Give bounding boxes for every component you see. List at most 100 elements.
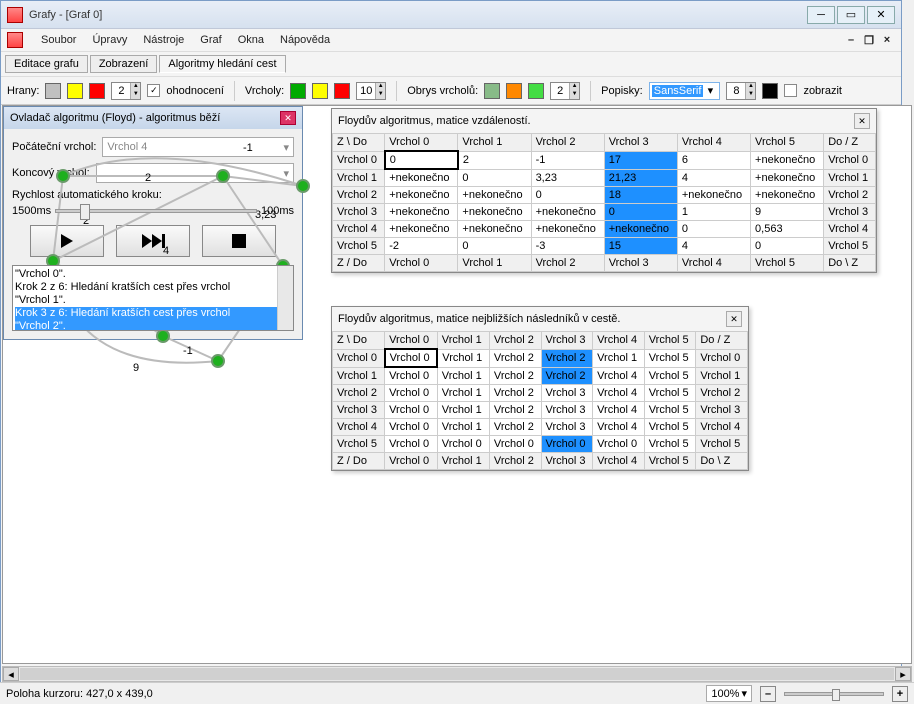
grid-footer[interactable]: Do \ Z bbox=[696, 453, 748, 470]
grid-cell[interactable]: Vrchol 0 bbox=[333, 349, 385, 367]
menu-okna[interactable]: Okna bbox=[238, 34, 264, 46]
grid-cell[interactable]: Vrchol 0 bbox=[385, 419, 438, 436]
grid-cell[interactable]: Vrchol 2 bbox=[489, 402, 541, 419]
grid-cell[interactable]: Vrchol 0 bbox=[385, 349, 438, 367]
grid-cell[interactable]: -1 bbox=[531, 151, 604, 169]
grid-header[interactable]: Vrchol 2 bbox=[531, 134, 604, 152]
grid-cell[interactable]: 18 bbox=[604, 187, 677, 204]
grid-footer[interactable]: Vrchol 5 bbox=[751, 255, 824, 272]
grid-cell[interactable]: +nekonečno bbox=[677, 187, 750, 204]
grid-cell[interactable]: Vrchol 1 bbox=[824, 169, 876, 187]
grid-cell[interactable]: 2 bbox=[458, 151, 531, 169]
grid-footer[interactable]: Vrchol 3 bbox=[604, 255, 677, 272]
scroll-left-icon[interactable]: ◂ bbox=[3, 667, 19, 681]
grid-footer[interactable]: Vrchol 4 bbox=[677, 255, 750, 272]
table-row[interactable]: Vrchol 0Vrchol 0Vrchol 1Vrchol 2Vrchol 2… bbox=[333, 349, 748, 367]
grid-cell[interactable]: -2 bbox=[385, 238, 458, 255]
scroll-thumb[interactable] bbox=[20, 668, 894, 680]
grid-cell[interactable]: Vrchol 2 bbox=[333, 385, 385, 402]
grid-cell[interactable]: Vrchol 1 bbox=[437, 367, 489, 385]
grid-cell[interactable]: Vrchol 4 bbox=[696, 419, 748, 436]
edge-color-3[interactable] bbox=[89, 83, 105, 99]
grid-cell[interactable]: Vrchol 0 bbox=[385, 367, 438, 385]
grid-cell[interactable]: 0,563 bbox=[751, 221, 824, 238]
grid-cell[interactable]: Vrchol 2 bbox=[489, 385, 541, 402]
grid-cell[interactable]: +nekonečno bbox=[385, 169, 458, 187]
grid-cell[interactable]: Vrchol 0 bbox=[489, 436, 541, 453]
grid-cell[interactable]: +nekonečno bbox=[385, 221, 458, 238]
zoom-in-button[interactable]: + bbox=[892, 686, 908, 702]
grid-cell[interactable]: Vrchol 3 bbox=[696, 402, 748, 419]
grid-header[interactable]: Z \ Do bbox=[333, 332, 385, 350]
grid-cell[interactable]: 6 bbox=[677, 151, 750, 169]
zoom-out-button[interactable]: – bbox=[760, 686, 776, 702]
grid-header[interactable]: Vrchol 3 bbox=[604, 134, 677, 152]
grid-cell[interactable]: Vrchol 5 bbox=[696, 436, 748, 453]
grid-cell[interactable]: +nekonečno bbox=[385, 204, 458, 221]
grid-cell[interactable]: Vrchol 1 bbox=[333, 169, 385, 187]
grid-cell[interactable]: 1 bbox=[677, 204, 750, 221]
grid-cell[interactable]: +nekonečno bbox=[458, 187, 531, 204]
grid-header[interactable]: Vrchol 0 bbox=[385, 134, 458, 152]
grid-cell[interactable]: +nekonečno bbox=[385, 187, 458, 204]
grid-cell[interactable]: Vrchol 2 bbox=[333, 187, 385, 204]
tab-algoritmy[interactable]: Algoritmy hledání cest bbox=[159, 55, 285, 73]
grid-cell[interactable]: Vrchol 1 bbox=[593, 349, 645, 367]
grid-cell[interactable]: Vrchol 1 bbox=[437, 402, 489, 419]
grid-cell[interactable]: 0 bbox=[458, 169, 531, 187]
grid-footer[interactable]: Vrchol 1 bbox=[437, 453, 489, 470]
grid-cell[interactable]: Vrchol 0 bbox=[437, 436, 489, 453]
grid-cell[interactable]: Vrchol 2 bbox=[489, 419, 541, 436]
scroll-right-icon[interactable]: ▸ bbox=[895, 667, 911, 681]
menu-upravy[interactable]: Úpravy bbox=[92, 34, 127, 46]
grid-footer[interactable]: Vrchol 0 bbox=[385, 453, 438, 470]
edge-width-spin[interactable]: ▲▼ bbox=[111, 82, 141, 100]
grid-cell[interactable]: 0 bbox=[677, 221, 750, 238]
grid-cell[interactable]: Vrchol 4 bbox=[593, 419, 645, 436]
successor-grid[interactable]: Z \ DoVrchol 0Vrchol 1Vrchol 2Vrchol 3Vr… bbox=[332, 331, 748, 470]
log-line[interactable]: "Vrchol 2". bbox=[15, 320, 291, 331]
grid-cell[interactable]: 4 bbox=[677, 169, 750, 187]
grid-footer[interactable]: Vrchol 0 bbox=[385, 255, 458, 272]
grid-cell[interactable]: +nekonečno bbox=[458, 221, 531, 238]
ohodnoceni-check[interactable]: ✓ bbox=[147, 84, 160, 97]
grid-cell[interactable]: Vrchol 0 bbox=[385, 385, 438, 402]
table-row[interactable]: Vrchol 3Vrchol 0Vrchol 1Vrchol 2Vrchol 3… bbox=[333, 402, 748, 419]
grid-cell[interactable]: 0 bbox=[458, 238, 531, 255]
grid-cell[interactable]: Vrchol 3 bbox=[541, 402, 593, 419]
grid-cell[interactable]: Vrchol 2 bbox=[541, 349, 593, 367]
grid-cell[interactable]: Vrchol 2 bbox=[541, 367, 593, 385]
grid-cell[interactable]: Vrchol 5 bbox=[644, 367, 696, 385]
grid-cell[interactable]: 0 bbox=[751, 238, 824, 255]
font-combo[interactable]: SansSerif▾ bbox=[649, 82, 721, 100]
zoom-thumb[interactable] bbox=[832, 689, 840, 701]
grid-header[interactable]: Vrchol 1 bbox=[437, 332, 489, 350]
chevron-down-icon[interactable]: ▾ bbox=[703, 84, 717, 97]
grid-cell[interactable]: Vrchol 1 bbox=[696, 367, 748, 385]
grid-header[interactable]: Vrchol 5 bbox=[644, 332, 696, 350]
menu-soubor[interactable]: Soubor bbox=[41, 34, 76, 46]
mdi-minimize[interactable]: – bbox=[843, 33, 859, 47]
grid-cell[interactable]: 3,23 bbox=[531, 169, 604, 187]
grid-footer[interactable]: Vrchol 2 bbox=[489, 453, 541, 470]
grid-cell[interactable]: Vrchol 4 bbox=[333, 221, 385, 238]
grid-header[interactable]: Do / Z bbox=[824, 134, 876, 152]
grid-cell[interactable]: Vrchol 2 bbox=[489, 349, 541, 367]
grid-cell[interactable]: Vrchol 4 bbox=[333, 419, 385, 436]
grid-cell[interactable]: Vrchol 5 bbox=[644, 402, 696, 419]
grid-header[interactable]: Vrchol 0 bbox=[385, 332, 438, 350]
outline-color-3[interactable] bbox=[528, 83, 544, 99]
log-line[interactable]: Krok 3 z 6: Hledání kratších cest přes v… bbox=[15, 307, 291, 320]
table-row[interactable]: Vrchol 1+nekonečno03,2321,234+nekonečnoV… bbox=[333, 169, 876, 187]
edge-width-input[interactable] bbox=[112, 83, 130, 99]
grid-header[interactable]: Vrchol 2 bbox=[489, 332, 541, 350]
grid-cell[interactable]: Vrchol 4 bbox=[824, 221, 876, 238]
grid-footer[interactable]: Z / Do bbox=[333, 255, 385, 272]
grid-footer[interactable]: Vrchol 3 bbox=[541, 453, 593, 470]
grid-cell[interactable]: Vrchol 1 bbox=[333, 367, 385, 385]
grid-cell[interactable]: Vrchol 0 bbox=[385, 436, 438, 453]
log-line[interactable]: "Vrchol 0". bbox=[15, 268, 291, 281]
grid-cell[interactable]: Vrchol 5 bbox=[824, 238, 876, 255]
grid-cell[interactable]: +nekonečno bbox=[751, 169, 824, 187]
font-size-spin[interactable]: ▲▼ bbox=[726, 82, 756, 100]
